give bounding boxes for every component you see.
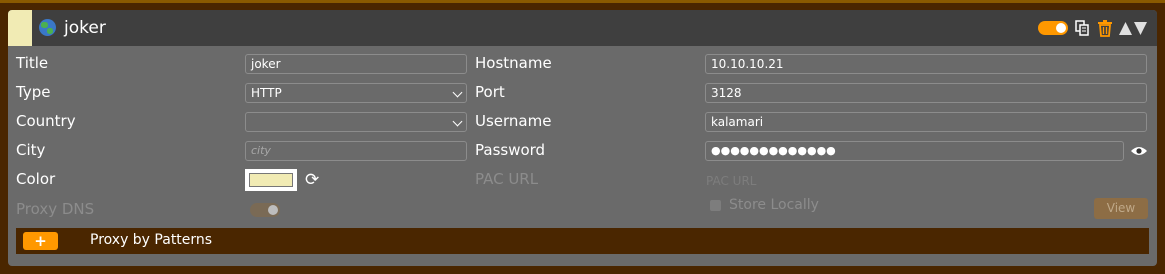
eye-icon[interactable] [1131,146,1147,156]
move-down-icon[interactable] [1134,22,1147,35]
chevron-down-icon [452,116,463,127]
pac-url-label: PAC URL [475,170,539,188]
chevron-down-icon [452,87,463,98]
country-select[interactable] [245,112,467,132]
type-select[interactable]: HTTP [245,83,467,103]
color-label: Color [16,170,56,188]
hostname-label: Hostname [475,54,552,72]
color-picker[interactable] [245,169,297,191]
city-label: City [16,141,46,159]
duplicate-icon[interactable] [1075,20,1089,36]
type-select-value: HTTP [251,86,282,100]
view-button[interactable]: View [1094,198,1148,219]
proxy-header: joker [8,10,1157,46]
port-input[interactable]: 3128 [705,83,1147,103]
pac-url-input[interactable]: PAC URL [706,174,756,188]
store-locally-checkbox[interactable] [710,200,721,211]
move-up-icon[interactable] [1119,22,1132,35]
type-label: Type [16,83,51,101]
proxy-dns-label: Proxy DNS [16,200,95,218]
title-label: Title [16,54,49,72]
proxy-by-patterns-label: Proxy by Patterns [90,232,213,248]
username-input[interactable]: kalamari [705,112,1147,132]
country-label: Country [16,112,76,130]
globe-icon [39,19,56,36]
proxy-card: joker Title Type Country City Color Prox… [8,10,1157,266]
trash-icon[interactable] [1098,20,1112,37]
password-input[interactable]: ●●●●●●●●●●●●● [705,141,1124,161]
store-locally-label: Store Locally [729,197,819,213]
port-label: Port [475,83,505,101]
hostname-input[interactable]: 10.10.10.21 [705,54,1147,74]
add-pattern-button[interactable]: + [23,232,58,250]
city-input[interactable]: city [245,141,467,161]
proxy-active-toggle[interactable] [1038,21,1068,35]
color-swatch-bar [8,10,32,46]
color-picker-fill [249,173,293,187]
proxy-dns-toggle[interactable] [250,203,280,217]
proxy-title: joker [64,18,106,38]
page-top-band [0,0,1165,3]
password-label: Password [475,141,546,159]
patterns-bar: + Proxy by Patterns [16,228,1149,254]
username-label: Username [475,112,552,130]
title-input[interactable]: joker [245,54,467,74]
refresh-icon[interactable]: ⟳ [305,170,319,190]
